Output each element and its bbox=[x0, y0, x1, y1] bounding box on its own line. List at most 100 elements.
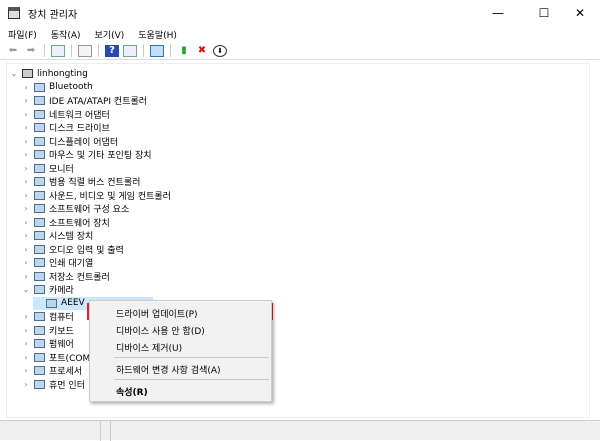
tree-item[interactable]: › 디스플레이 어댑터 bbox=[21, 135, 118, 149]
tree-item[interactable]: › 사운드, 비디오 및 게임 컨트롤러 bbox=[21, 189, 171, 203]
window-title: 장치 관리자 bbox=[28, 9, 78, 21]
tree-item[interactable]: › 오디오 입력 및 출력 bbox=[21, 243, 124, 257]
tree-item[interactable]: › 소프트웨어 구성 요소 bbox=[21, 202, 129, 216]
chevron-right-icon[interactable]: › bbox=[21, 137, 31, 146]
chevron-right-icon[interactable]: › bbox=[21, 177, 31, 186]
maximize-button[interactable]: ☐ bbox=[524, 0, 564, 26]
tree-label: Bluetooth bbox=[49, 82, 93, 93]
device-category-icon bbox=[34, 258, 45, 268]
device-category-icon bbox=[34, 190, 45, 200]
menu-file[interactable]: 파일(F) bbox=[8, 28, 37, 41]
chevron-right-icon[interactable]: › bbox=[21, 380, 31, 389]
chevron-right-icon[interactable]: › bbox=[21, 218, 31, 227]
tree-item[interactable]: ⌄ 카메라 bbox=[21, 283, 74, 297]
back-icon[interactable]: ⬅ bbox=[6, 45, 20, 57]
tree-item[interactable]: › 인쇄 대기열 bbox=[21, 256, 93, 270]
device-category-icon bbox=[34, 325, 45, 335]
tree-label: 소프트웨어 구성 요소 bbox=[49, 205, 130, 216]
tree-item[interactable]: › 모니터 bbox=[21, 162, 74, 176]
chevron-right-icon[interactable]: › bbox=[21, 83, 31, 92]
tree-label: 인쇄 대기열 bbox=[49, 259, 94, 270]
menu-help[interactable]: 도움말(H) bbox=[138, 28, 177, 41]
tree-item[interactable]: › 펌웨어 bbox=[21, 337, 74, 351]
device-manager-icon bbox=[8, 7, 20, 19]
tree-item[interactable]: › 디스크 드라이브 bbox=[21, 121, 110, 135]
status-bar bbox=[0, 420, 600, 441]
tree-label: 사운드, 비디오 및 게임 컨트롤러 bbox=[49, 191, 171, 202]
chevron-right-icon[interactable]: › bbox=[21, 245, 31, 254]
tree-item[interactable]: › 포트(COM bbox=[21, 351, 90, 365]
tree-item[interactable]: › 휴먼 인터 bbox=[21, 378, 85, 392]
device-category-icon bbox=[34, 271, 45, 281]
tree-label: 시스템 장치 bbox=[49, 232, 94, 243]
tree-item[interactable]: › 프로세서 bbox=[21, 364, 82, 378]
tree-label: 저장소 컨트롤러 bbox=[49, 272, 110, 283]
context-menu: 드라이버 업데이트(P) 디바이스 사용 안 함(D) 디바이스 제거(U) 하… bbox=[89, 300, 272, 402]
device-category-icon bbox=[34, 163, 45, 173]
forward-icon[interactable]: ➡ bbox=[24, 45, 38, 57]
menu-separator bbox=[114, 379, 269, 380]
chevron-right-icon[interactable]: › bbox=[21, 366, 31, 375]
tree-item[interactable]: › IDE ATA/ATAPI 컨트롤러 bbox=[21, 94, 147, 108]
tree-label: 휴먼 인터 bbox=[49, 380, 85, 391]
chevron-right-icon[interactable]: › bbox=[21, 339, 31, 348]
tree-label: 디스크 드라이브 bbox=[49, 124, 110, 135]
uninstall-icon[interactable]: ✖ bbox=[195, 45, 209, 57]
chevron-right-icon[interactable]: › bbox=[21, 150, 31, 159]
tree-item[interactable]: › 시스템 장치 bbox=[21, 229, 93, 243]
close-button[interactable]: ✕ bbox=[560, 0, 600, 26]
tree-label: 디스플레이 어댑터 bbox=[49, 137, 119, 148]
device-category-icon bbox=[34, 177, 45, 187]
menu-view[interactable]: 보기(V) bbox=[95, 28, 125, 41]
action-pane-icon[interactable] bbox=[123, 44, 137, 57]
tree-label: IDE ATA/ATAPI 컨트롤러 bbox=[49, 97, 148, 108]
chevron-right-icon[interactable]: › bbox=[21, 231, 31, 240]
help-icon[interactable]: ? bbox=[105, 44, 119, 57]
chevron-right-icon[interactable]: › bbox=[21, 272, 31, 281]
chevron-right-icon[interactable]: › bbox=[21, 353, 31, 362]
tree-item[interactable]: › 저장소 컨트롤러 bbox=[21, 270, 110, 284]
chevron-right-icon[interactable]: › bbox=[21, 191, 31, 200]
tree-item[interactable]: › 마우스 및 기타 포인팅 장치 bbox=[21, 148, 152, 162]
tree-label: 네트워크 어댑터 bbox=[49, 110, 110, 121]
tree-item[interactable]: › 소프트웨어 장치 bbox=[21, 216, 110, 230]
chevron-right-icon[interactable]: › bbox=[21, 258, 31, 267]
chevron-down-icon[interactable]: ⌄ bbox=[21, 285, 31, 294]
menu-item-update-driver[interactable]: 드라이버 업데이트(P) bbox=[116, 307, 198, 320]
menu-separator bbox=[114, 357, 269, 358]
tree-label: 범용 직렬 버스 컨트롤러 bbox=[49, 178, 141, 189]
update-driver-icon[interactable]: ▮ bbox=[177, 45, 191, 57]
chevron-right-icon[interactable]: › bbox=[21, 123, 31, 132]
device-category-icon bbox=[34, 366, 45, 376]
chevron-right-icon[interactable]: › bbox=[21, 312, 31, 321]
menu-action[interactable]: 동작(A) bbox=[51, 28, 81, 41]
tree-item[interactable]: › Bluetooth bbox=[21, 81, 93, 95]
tree-item[interactable]: › 컴퓨터 bbox=[21, 310, 74, 324]
device-category-icon bbox=[34, 150, 45, 160]
tree-label: AEEV bbox=[61, 298, 85, 309]
show-hide-console-tree-icon[interactable] bbox=[51, 44, 65, 57]
menu-item-properties[interactable]: 속성(R) bbox=[116, 385, 148, 398]
scan-hardware-icon[interactable] bbox=[150, 44, 164, 57]
device-category-icon bbox=[34, 352, 45, 362]
tree-label: linhongting bbox=[37, 68, 88, 79]
tree-item[interactable]: › 네트워크 어댑터 bbox=[21, 108, 110, 122]
chevron-right-icon[interactable]: › bbox=[21, 110, 31, 119]
tree-label: 포트(COM bbox=[49, 353, 91, 364]
properties-icon[interactable] bbox=[78, 44, 92, 57]
minimize-button[interactable]: — bbox=[478, 0, 518, 26]
chevron-right-icon[interactable]: › bbox=[21, 96, 31, 105]
device-category-icon bbox=[34, 339, 45, 349]
tree-item[interactable]: › 범용 직렬 버스 컨트롤러 bbox=[21, 175, 140, 189]
chevron-right-icon[interactable]: › bbox=[21, 326, 31, 335]
menu-item-uninstall-device[interactable]: 디바이스 제거(U) bbox=[116, 341, 182, 354]
disable-icon[interactable]: ⬇ bbox=[213, 44, 227, 57]
tree-root[interactable]: ⌄ linhongting bbox=[9, 67, 88, 81]
menu-item-scan-hardware[interactable]: 하드웨어 변경 사항 검색(A) bbox=[116, 363, 221, 376]
chevron-right-icon[interactable]: › bbox=[21, 204, 31, 213]
menu-item-disable-device[interactable]: 디바이스 사용 안 함(D) bbox=[116, 324, 205, 337]
tree-label: 카메라 bbox=[49, 286, 74, 297]
chevron-right-icon[interactable]: › bbox=[21, 164, 31, 173]
tree-item[interactable]: › 키보드 bbox=[21, 324, 74, 338]
tree-label: 펌웨어 bbox=[49, 340, 74, 351]
